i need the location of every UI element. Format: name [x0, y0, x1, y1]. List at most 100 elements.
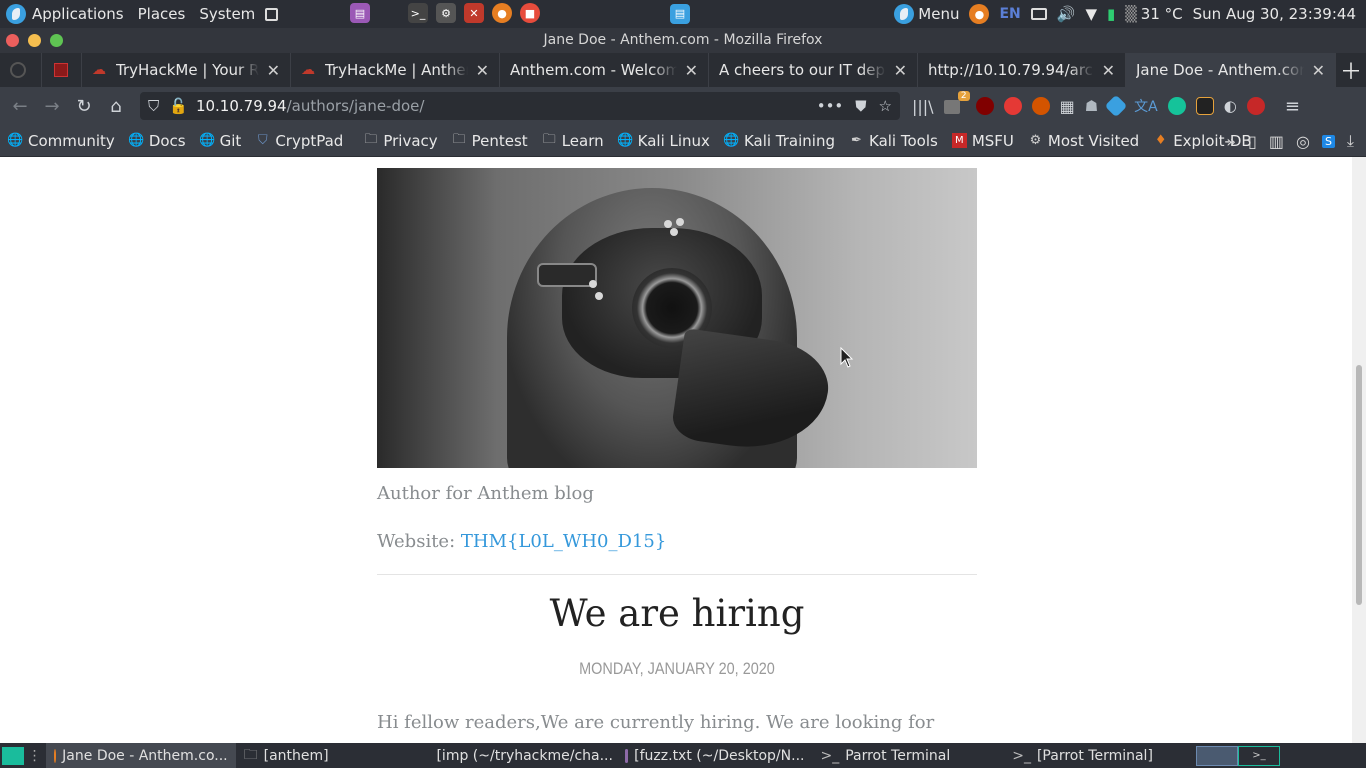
mask-beak: [670, 328, 834, 458]
user-agent-icon[interactable]: ☗: [1085, 97, 1098, 115]
system-monitor-icon[interactable]: [265, 7, 279, 21]
app-launcher-icon[interactable]: ■: [520, 3, 540, 23]
reload-button[interactable]: ↻: [68, 90, 100, 122]
bookmark-kali-linux[interactable]: 🌐 Kali Linux: [617, 132, 710, 150]
bookmark-star-icon[interactable]: ☆: [879, 97, 892, 115]
text-editor-launcher-icon[interactable]: ▤: [350, 3, 370, 23]
back-button[interactable]: ←: [4, 90, 36, 122]
terminal-launcher-icon[interactable]: >_: [408, 3, 428, 23]
notes-launcher-icon[interactable]: ▤: [670, 3, 690, 24]
task-parrot-terminal-2[interactable]: >_ [Parrot Terminal]: [1004, 743, 1196, 768]
new-tab-button[interactable]: ＋: [1336, 53, 1366, 87]
terminal-extension-icon[interactable]: [1195, 97, 1214, 115]
sidebar-icon[interactable]: ▯: [1248, 132, 1257, 151]
pocket-icon[interactable]: ⛊: [855, 97, 866, 115]
kali-dragon-icon: ✒: [851, 133, 862, 148]
places-menu[interactable]: Places: [132, 0, 194, 28]
home-button[interactable]: ⌂: [100, 90, 132, 122]
page-actions-icon[interactable]: •••: [817, 97, 844, 115]
stop-hand-icon[interactable]: [1003, 97, 1022, 115]
tool-launcher-icon[interactable]: ✕: [464, 3, 484, 23]
page-scrollbar[interactable]: [1352, 157, 1366, 743]
tab-strip: ☁ TryHackMe | Your Room ✕ ☁ TryHackMe | …: [0, 53, 1366, 87]
bookmark-folder-learn[interactable]: 🗀 Learn: [542, 132, 604, 150]
applications-menu[interactable]: Applications: [0, 0, 132, 28]
tab-tryhackme-room[interactable]: ☁ TryHackMe | Your Room ✕: [82, 53, 291, 87]
volume-icon[interactable]: 🔊: [1057, 5, 1076, 23]
bookmark-docs[interactable]: 🌐 Docs: [128, 132, 185, 150]
library-shelf-icon[interactable]: ▥: [1269, 132, 1284, 151]
forward-button[interactable]: →: [36, 90, 68, 122]
close-tab-icon[interactable]: ✕: [894, 61, 907, 80]
bookmark-kali-training[interactable]: 🌐 Kali Training: [723, 132, 835, 150]
shield-icon[interactable]: ⛉: [148, 97, 159, 115]
task-text-editor-fuzz[interactable]: [fuzz.txt (~/Desktop/N...: [617, 743, 812, 768]
close-tab-icon[interactable]: ✕: [1102, 61, 1115, 80]
display-icon[interactable]: [1030, 8, 1047, 20]
clock[interactable]: Sun Aug 30, 23:39:44: [1193, 5, 1356, 23]
tab-it-department[interactable]: A cheers to our IT department ✕: [709, 53, 918, 87]
bookmark-folder-privacy[interactable]: 🗀 Privacy: [363, 132, 437, 150]
system-menu[interactable]: System: [193, 0, 286, 28]
close-tab-icon[interactable]: ✕: [476, 61, 489, 80]
cookie-icon[interactable]: [1031, 97, 1050, 115]
tab-anthem-welcome[interactable]: Anthem.com - Welcome to ✕: [500, 53, 709, 87]
workspace-1[interactable]: [1196, 745, 1238, 766]
post-title[interactable]: We are hiring: [377, 592, 977, 635]
task-text-editor-imp[interactable]: [imp (~/tryhackme/cha...: [422, 743, 617, 768]
bookmark-kali-tools[interactable]: ✒ Kali Tools: [849, 132, 938, 150]
downloads-icon[interactable]: ⤓: [1347, 131, 1354, 151]
tab-jane-doe[interactable]: Jane Doe - Anthem.com ✕: [1126, 53, 1336, 87]
task-file-manager[interactable]: 🗀 [anthem]: [236, 743, 423, 768]
grid-extension-icon[interactable]: ▦: [1060, 97, 1075, 116]
extension-badge-icon[interactable]: 2: [943, 91, 970, 117]
wappalyzer-icon[interactable]: [1104, 94, 1128, 118]
tab-tryhackme-anthem[interactable]: ☁ TryHackMe | Anthem ✕: [291, 53, 500, 87]
keyboard-layout-indicator[interactable]: EN: [999, 6, 1020, 22]
terminal-icon: >_: [1012, 747, 1031, 764]
ublock-icon[interactable]: [975, 97, 994, 115]
close-tab-icon[interactable]: ✕: [685, 61, 698, 80]
scrollbar-thumb[interactable]: [1356, 365, 1362, 605]
close-tab-icon[interactable]: ✕: [267, 61, 280, 80]
firefox-launcher-icon[interactable]: ●: [492, 3, 512, 23]
red-extension-icon[interactable]: [1246, 97, 1265, 115]
close-window-button[interactable]: [6, 34, 19, 47]
library-icon[interactable]: |||\: [912, 97, 934, 116]
maximize-window-button[interactable]: [50, 34, 63, 47]
insecure-lock-icon[interactable]: 🔓: [169, 97, 188, 115]
skype-icon[interactable]: S: [1321, 134, 1335, 148]
minimize-window-button[interactable]: [28, 34, 41, 47]
close-tab-icon[interactable]: ✕: [1312, 61, 1325, 80]
url-bar[interactable]: ⛉ 🔓 10.10.79.94/authors/jane-doe/ ••• ⛊ …: [140, 92, 900, 120]
task-parrot-terminal[interactable]: >_ Parrot Terminal: [812, 743, 1004, 768]
show-desktop-button[interactable]: [2, 746, 24, 765]
bookmark-community[interactable]: 🌐 Community: [7, 132, 114, 150]
pinned-tab-1[interactable]: [0, 53, 42, 87]
wifi-icon[interactable]: ▼: [1085, 5, 1097, 23]
bookmark-git[interactable]: 🌐 Git: [199, 132, 241, 150]
website-link[interactable]: THM{L0L_WH0_D15}: [461, 531, 666, 552]
bookmark-msfu[interactable]: M MSFU: [951, 132, 1014, 150]
battery-icon[interactable]: ▮: [1107, 5, 1115, 23]
workspace-2[interactable]: >_: [1238, 745, 1280, 766]
menu-button[interactable]: Menu: [918, 5, 959, 23]
temperature-label: 31 °C: [1140, 5, 1183, 23]
task-firefox[interactable]: Jane Doe - Anthem.co...: [45, 743, 236, 768]
folder-icon: 🗀: [542, 131, 556, 147]
pinned-tab-2[interactable]: [42, 53, 82, 87]
weather-icon[interactable]: ▒: [1125, 5, 1137, 23]
translate-icon[interactable]: 文A: [1134, 96, 1158, 116]
grammarly-icon[interactable]: [1167, 97, 1186, 115]
more-bookmarks-chevron-icon[interactable]: »: [1226, 132, 1236, 151]
firefox-tray-icon[interactable]: ●: [969, 4, 990, 24]
bookmark-cryptpad[interactable]: ⛉ CryptPad: [255, 132, 343, 150]
tab-archive[interactable]: http://10.10.79.94/archive ✕: [918, 53, 1126, 87]
hamburger-menu-icon[interactable]: ≡: [1285, 96, 1300, 117]
bookmark-folder-pentest[interactable]: 🗀 Pentest: [452, 132, 528, 150]
foxyproxy-icon[interactable]: ◐: [1224, 97, 1237, 115]
extension-cookie-icon[interactable]: ◎: [1296, 132, 1310, 151]
web-page: Author for Anthem blog Website: THM{L0L_…: [0, 157, 1352, 743]
bookmark-most-visited[interactable]: ⚙ Most Visited: [1028, 132, 1140, 150]
root-terminal-launcher-icon[interactable]: ⚙: [436, 3, 456, 23]
